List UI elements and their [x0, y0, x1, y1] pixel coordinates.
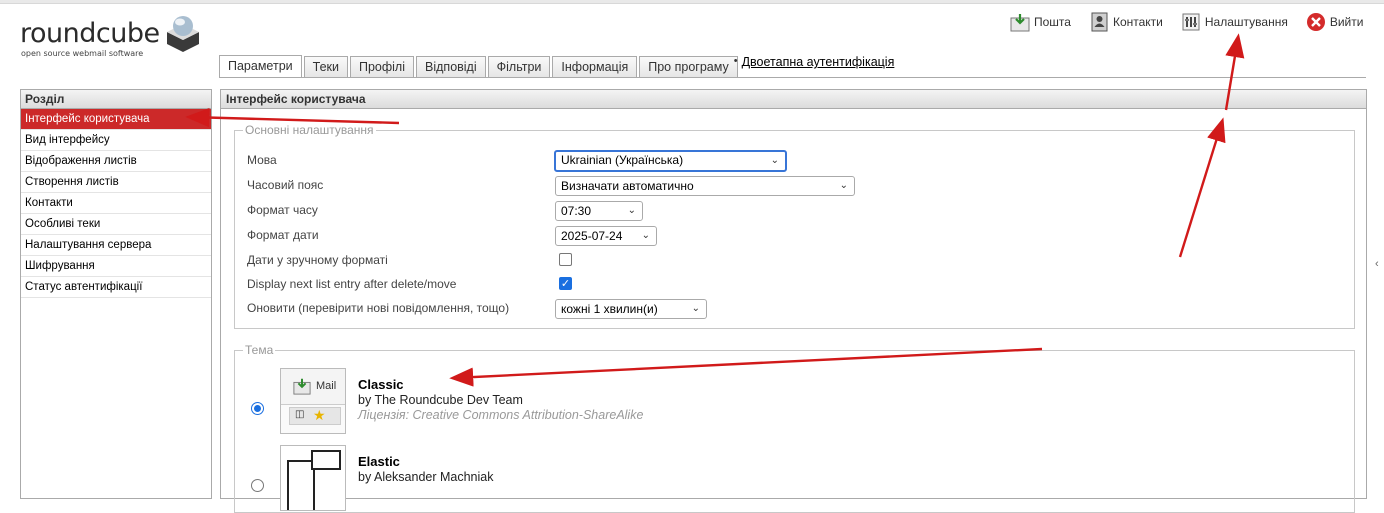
sidebar-item-auth-status[interactable]: Статус автентифікації	[21, 277, 211, 298]
collapse-chevron-left-icon[interactable]: ‹	[1375, 258, 1379, 270]
chevron-down-icon: ⌄	[839, 180, 848, 191]
sidebar-item-mailbox-view[interactable]: Вид інтерфейсу	[21, 130, 211, 151]
logo-tagline: open source webmail software	[21, 49, 144, 58]
skin-classic-name: Classic	[358, 377, 404, 392]
skin-elastic-thumbnail[interactable]	[280, 445, 346, 511]
chevron-down-icon: ⌄	[691, 303, 700, 314]
thumb-top	[281, 369, 345, 405]
tab-identities[interactable]: Профілі	[349, 56, 415, 78]
timezone-select[interactable]: Визначати автоматично ⌄	[555, 176, 855, 196]
tabs-divider	[219, 77, 1366, 78]
mail-icon	[293, 378, 311, 395]
tab-folders[interactable]: Теки	[303, 56, 348, 78]
display-next-checkbox[interactable]: ✓	[559, 277, 572, 290]
skin-classic-thumbnail[interactable]: Mail ◫ ★	[280, 368, 346, 434]
date-format-label: Формат дати	[247, 228, 319, 242]
sidebar-item-displaying-messages[interactable]: Відображення листів	[21, 151, 211, 172]
basic-settings-legend: Основні налаштування	[245, 123, 374, 137]
refresh-interval-select-value: кожні 1 хвилин(и)	[561, 302, 658, 316]
star-icon: ★	[313, 407, 326, 423]
roundcube-logo[interactable]: roundcube open source webmail software	[20, 12, 200, 62]
refresh-interval-select[interactable]: кожні 1 хвилин(и) ⌄	[555, 299, 707, 319]
chevron-down-icon: ⌄	[770, 155, 779, 166]
main-header: Інтерфейс користувача	[221, 90, 1366, 109]
tab-about[interactable]: Про програму	[639, 56, 738, 78]
bullet-dot: •	[733, 55, 738, 67]
refresh-label: Оновити (перевірити нові повідомлення, т…	[247, 301, 510, 315]
sidebar-item-encryption[interactable]: Шифрування	[21, 256, 211, 277]
basic-settings-group: Основні налаштування Мова Ukrainian (Укр…	[234, 123, 1355, 329]
theme-group: Тема Mail ◫ ★ Classic by The Roundcube D…	[234, 343, 1355, 513]
top-border	[0, 0, 1384, 4]
theme-legend: Тема	[245, 343, 274, 357]
thumb-device-frame	[311, 450, 341, 470]
language-select-value: Ukrainian (Українська)	[561, 153, 684, 167]
nav-contacts-label: Контакти	[1112, 15, 1163, 29]
time-format-select-value: 07:30	[561, 204, 592, 218]
pretty-dates-label: Дати у зручному форматі	[247, 253, 388, 267]
mail-icon	[1010, 14, 1030, 32]
tab-filters[interactable]: Фільтри	[487, 56, 551, 78]
nav-mail[interactable]: Пошта	[1010, 10, 1071, 34]
tab-responses[interactable]: Відповіді	[416, 56, 486, 78]
timezone-label: Часовий пояс	[247, 178, 324, 192]
top-navigation: Пошта Контакти Налаштування Вийти	[1010, 10, 1363, 34]
skin-elastic-author: by Aleksander Machniak	[358, 470, 494, 484]
settings-main-panel: Інтерфейс користувача Основні налаштуван…	[220, 89, 1367, 513]
timezone-select-value: Визначати автоматично	[561, 179, 694, 193]
skin-classic-license: Ліцензія: Creative Commons Attribution-S…	[358, 408, 644, 422]
sidebar-item-server-settings[interactable]: Налаштування сервера	[21, 235, 211, 256]
compose-icon: ◫	[295, 409, 305, 420]
skin-elastic-name: Elastic	[358, 454, 400, 469]
nav-mail-label: Пошта	[1034, 15, 1071, 29]
roundcube-box-icon	[167, 16, 199, 52]
nav-settings-label: Налаштування	[1204, 15, 1288, 29]
settings-tabs: Параметри Теки Профілі Відповіді Фільтри…	[219, 55, 894, 78]
settings-icon	[1182, 13, 1200, 31]
sidebar-item-composing-messages[interactable]: Створення листів	[21, 172, 211, 193]
logo-wordmark: roundcube	[20, 18, 160, 49]
date-format-select-value: 2025-07-24	[561, 229, 623, 243]
time-format-select[interactable]: 07:30 ⌄	[555, 201, 643, 221]
pretty-dates-checkbox[interactable]	[559, 253, 572, 266]
settings-sections-sidebar: Розділ Інтерфейс користувача Вид інтерфе…	[20, 89, 212, 499]
logout-icon	[1306, 13, 1325, 31]
skin-classic-radio[interactable]	[251, 402, 264, 415]
time-format-label: Формат часу	[247, 203, 318, 217]
nav-contacts[interactable]: Контакти	[1089, 10, 1163, 34]
tab-two-factor-auth[interactable]: Двоетапна аутентифікація	[742, 55, 895, 69]
skin-classic-author: by The Roundcube Dev Team	[358, 393, 523, 407]
contacts-icon	[1091, 12, 1108, 32]
language-label: Мова	[247, 153, 277, 167]
sidebar-item-user-interface[interactable]: Інтерфейс користувача	[21, 109, 211, 130]
chevron-down-icon: ⌄	[641, 230, 650, 241]
skin-elastic-radio[interactable]	[251, 479, 264, 492]
sidebar-header: Розділ	[21, 90, 211, 109]
tab-info[interactable]: Інформація	[552, 56, 638, 78]
sidebar-item-contacts[interactable]: Контакти	[21, 193, 211, 214]
thumb-mail-label: Mail	[316, 380, 337, 392]
chevron-down-icon: ⌄	[627, 205, 636, 216]
nav-settings[interactable]: Налаштування	[1181, 10, 1288, 34]
nav-logout[interactable]: Вийти	[1306, 10, 1364, 34]
date-format-select[interactable]: 2025-07-24 ⌄	[555, 226, 657, 246]
nav-logout-label: Вийти	[1329, 15, 1364, 29]
language-select[interactable]: Ukrainian (Українська) ⌄	[554, 150, 787, 172]
sidebar-item-special-folders[interactable]: Особливі теки	[21, 214, 211, 235]
tab-preferences[interactable]: Параметри	[219, 55, 302, 78]
display-next-label: Display next list entry after delete/mov…	[247, 277, 457, 291]
